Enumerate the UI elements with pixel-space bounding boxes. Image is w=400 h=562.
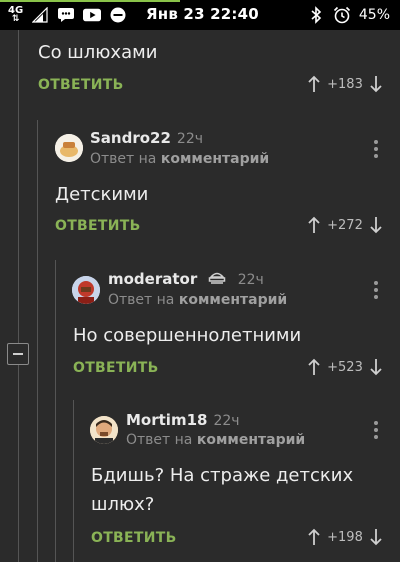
upvote-icon[interactable] xyxy=(306,357,322,377)
bluetooth-icon xyxy=(307,6,325,24)
comment-score: +523 xyxy=(327,359,363,375)
reply-meta-prefix: Ответ на xyxy=(90,151,157,167)
thread-line-level-0 xyxy=(18,30,19,562)
comment-time: 22ч xyxy=(237,272,264,288)
parent-comment-link[interactable]: комментарий xyxy=(161,151,269,167)
reply-meta: Ответ на комментарий xyxy=(126,432,305,448)
thread-line-level-3 xyxy=(73,400,74,562)
username-text[interactable]: Sandro22 xyxy=(90,129,171,147)
comment-score: +198 xyxy=(327,529,363,545)
moderator-badge-icon xyxy=(209,272,226,284)
reply-button[interactable]: ОТВЕТИТЬ xyxy=(55,218,141,234)
username-text[interactable]: Mortim18 xyxy=(126,411,207,429)
reply-meta: Ответ на комментарий xyxy=(90,151,269,167)
status-bar: 4G ⇅ Янв 23 22:40 45% xyxy=(0,0,400,30)
battery-level: 45% xyxy=(358,7,390,23)
upvote-icon[interactable] xyxy=(306,527,322,547)
username[interactable]: Mortim18 22ч xyxy=(126,411,240,429)
signal-icon xyxy=(31,6,49,24)
upvote-icon[interactable] xyxy=(306,74,322,94)
sms-icon xyxy=(57,6,75,24)
parent-comment-link[interactable]: комментарий xyxy=(197,432,305,448)
comment-score: +272 xyxy=(327,217,363,233)
avatar[interactable] xyxy=(55,134,83,162)
comment-text-line-1: Бдишь? На страже детских xyxy=(91,465,354,486)
comment-text-line-2: шлюх? xyxy=(91,494,155,515)
username-text[interactable]: moderator xyxy=(108,270,197,288)
username[interactable]: moderator 22ч xyxy=(108,270,264,288)
more-options-icon[interactable] xyxy=(373,281,379,299)
collapse-thread-button[interactable] xyxy=(7,343,29,365)
parent-comment-link[interactable]: комментарий xyxy=(179,292,287,308)
thread-line-level-1 xyxy=(37,120,38,562)
thread-line-level-2 xyxy=(55,260,56,562)
comment-text: Со шлюхами xyxy=(38,42,158,63)
comment-text: Детскими xyxy=(55,184,149,205)
reply-meta-prefix: Ответ на xyxy=(108,292,175,308)
youtube-icon xyxy=(83,6,102,24)
do-not-disturb-icon xyxy=(109,6,127,24)
network-type: 4G ⇅ xyxy=(8,6,23,24)
avatar[interactable] xyxy=(72,276,100,304)
more-options-icon[interactable] xyxy=(373,421,379,439)
downvote-icon[interactable] xyxy=(368,215,384,235)
comments-thread[interactable]: Со шлюхами ОТВЕТИТЬ +183 Sandro22 22ч Отв… xyxy=(0,30,400,562)
minus-icon xyxy=(13,353,23,355)
comment-time: 22ч xyxy=(213,413,240,429)
reply-button[interactable]: ОТВЕТИТЬ xyxy=(91,530,177,546)
downvote-icon[interactable] xyxy=(368,74,384,94)
vote-controls: +198 xyxy=(306,527,384,547)
reply-meta-prefix: Ответ на xyxy=(126,432,193,448)
alarm-icon xyxy=(333,6,351,24)
vote-controls: +272 xyxy=(306,215,384,235)
reply-meta: Ответ на комментарий xyxy=(108,292,287,308)
comment-text: Но совершеннолетними xyxy=(73,325,302,346)
avatar[interactable] xyxy=(90,416,118,444)
more-options-icon[interactable] xyxy=(373,140,379,158)
reply-button[interactable]: ОТВЕТИТЬ xyxy=(38,77,124,93)
comment-time: 22ч xyxy=(176,131,204,147)
upvote-icon[interactable] xyxy=(306,215,322,235)
data-arrows-icon: ⇅ xyxy=(11,14,20,24)
downvote-icon[interactable] xyxy=(368,527,384,547)
reply-button[interactable]: ОТВЕТИТЬ xyxy=(73,360,159,376)
vote-controls: +183 xyxy=(306,74,384,94)
clock: Янв 23 22:40 xyxy=(146,5,259,23)
comment-score: +183 xyxy=(327,76,363,92)
vote-controls: +523 xyxy=(306,357,384,377)
downvote-icon[interactable] xyxy=(368,357,384,377)
username[interactable]: Sandro22 22ч xyxy=(90,129,203,147)
